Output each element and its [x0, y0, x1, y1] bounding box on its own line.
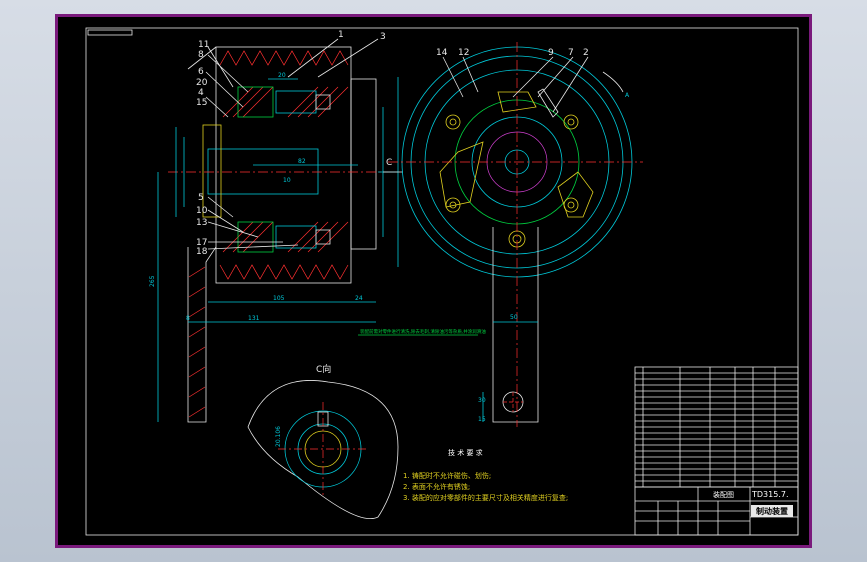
- drawing-name: 制动装置: [756, 506, 788, 516]
- tech-item-2: 2. 表面不允许有锈蚀;: [403, 482, 470, 491]
- part-num-6: 6: [198, 67, 204, 77]
- part-num-18: 18: [196, 247, 208, 257]
- dim-20: 20: [278, 72, 286, 79]
- dim-131: 131: [248, 315, 260, 322]
- lever-arm: [492, 227, 539, 423]
- part-num-14: 14: [436, 48, 448, 58]
- dim-8: 8: [186, 315, 190, 322]
- part-num-4: 4: [198, 88, 204, 98]
- tech-item-1: 1. 铸配时不允许碰伤、划伤;: [403, 471, 491, 480]
- v-grooves-bottom: [219, 264, 349, 280]
- section-view: 105 24 131 8 265 82 20 10 11 8 1 3 6 20 …: [149, 30, 399, 423]
- part-num-9: 9: [548, 48, 554, 58]
- dim-105: 105: [273, 295, 285, 302]
- cam-outline: [247, 380, 399, 519]
- c-view-label: C向: [316, 363, 331, 375]
- section-marker-c: C: [386, 158, 392, 168]
- part-num-10: 10: [196, 206, 208, 216]
- part-num-15: 15: [196, 98, 207, 108]
- part-num-20: 20: [196, 78, 208, 88]
- parts-list: [634, 366, 799, 488]
- dim-15: 15: [478, 416, 486, 423]
- drawing-border: [85, 27, 799, 536]
- assembly-drawing-label: 装配图: [713, 490, 734, 499]
- cad-drawing: 105 24 131 8 265 82 20 10 11 8 1 3 6 20 …: [85, 27, 799, 536]
- title-block: 装配图 TD315.7. 制动装置: [634, 486, 799, 536]
- dim-82: 82: [298, 158, 306, 165]
- part-num-12: 12: [458, 48, 469, 58]
- brake-shoe-left: [439, 141, 484, 208]
- cad-viewport[interactable]: 105 24 131 8 265 82 20 10 11 8 1 3 6 20 …: [55, 14, 812, 548]
- part-num-2: 2: [583, 48, 589, 58]
- drawing-canvas[interactable]: 105 24 131 8 265 82 20 10 11 8 1 3 6 20 …: [58, 17, 809, 545]
- part-num-3: 3: [380, 32, 386, 42]
- part-num-8: 8: [198, 50, 204, 60]
- tech-title: 技 术 要 求: [448, 448, 483, 457]
- part-num-13: 13: [196, 218, 207, 228]
- c-view: C向 20.106: [247, 363, 399, 519]
- part-num-7: 7: [568, 48, 574, 58]
- dim-30: 30: [478, 397, 486, 404]
- shaft: [207, 148, 319, 195]
- dim-10: 10: [283, 177, 291, 184]
- part-num-1: 1: [338, 30, 344, 40]
- part-num-11: 11: [198, 40, 209, 50]
- arrow-a-label: A: [625, 92, 630, 99]
- dim-24: 24: [355, 295, 363, 302]
- dim-50: 50: [510, 314, 518, 321]
- assembly-note: 装配前需对零件进行清洗,除去毛刺,清除油污等杂质,并涂润滑油: [360, 328, 486, 335]
- corner-mark: [87, 29, 133, 36]
- drawing-number: TD315.7.: [751, 490, 789, 499]
- dim-265: 265: [149, 275, 156, 287]
- tech-item-3: 3. 装配的应对零部件的主要尺寸及相关精度进行复查;: [403, 493, 568, 502]
- dim-20-106: 20.106: [275, 426, 282, 447]
- v-grooves-top: [219, 50, 349, 66]
- front-view: 50 30 15 A 14 12 9 7 2: [388, 42, 643, 427]
- bracket-arm: [187, 246, 217, 423]
- part-num-5: 5: [198, 193, 204, 203]
- technical-requirements: 技 术 要 求 1. 铸配时不允许碰伤、划伤; 2. 表面不允许有锈蚀; 3. …: [403, 448, 568, 502]
